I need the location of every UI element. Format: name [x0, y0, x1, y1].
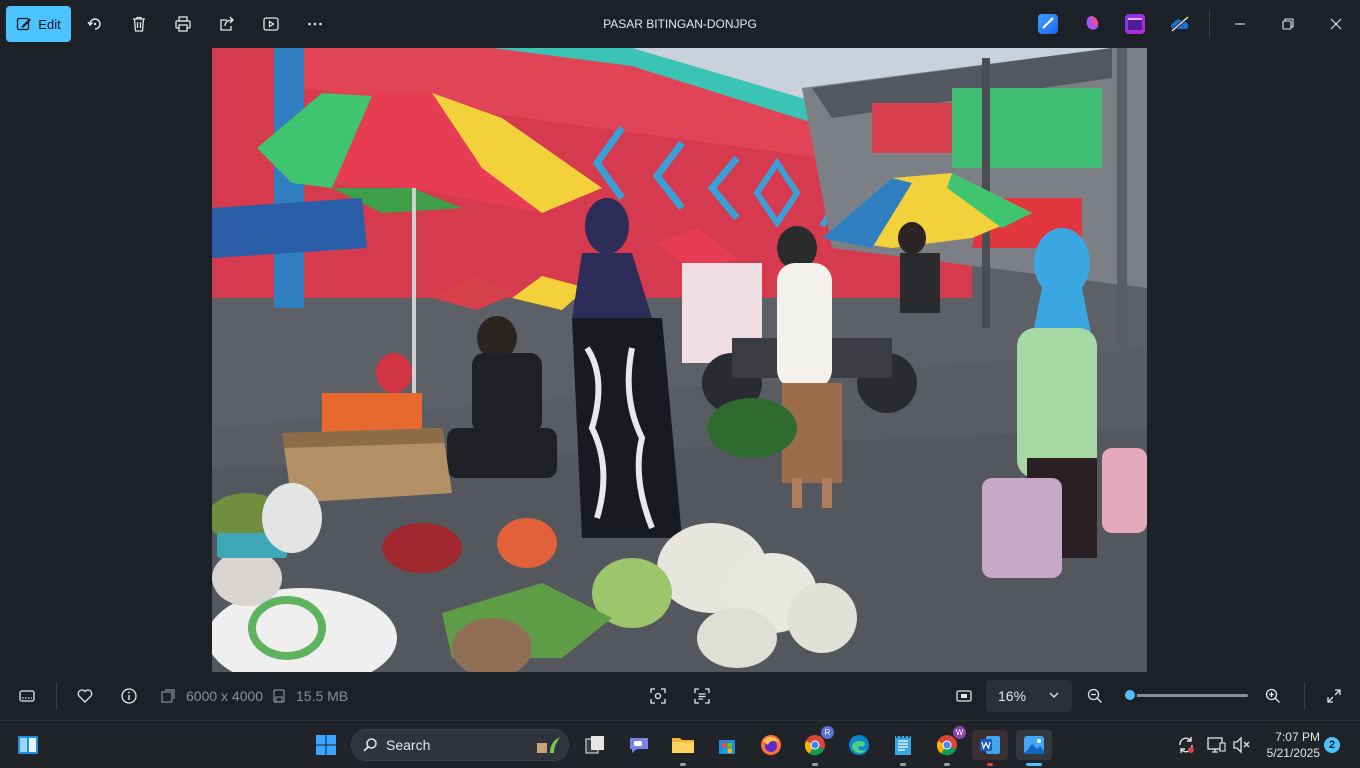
firefox-icon[interactable]	[756, 730, 786, 760]
widgets-icon[interactable]	[13, 730, 43, 760]
search-label: Search	[386, 737, 431, 753]
video-editor-icon[interactable]	[1125, 14, 1145, 34]
task-view-icon[interactable]	[580, 730, 610, 760]
status-divider	[56, 682, 57, 710]
active-indicator	[1026, 763, 1042, 766]
taskbar-search[interactable]: Search	[351, 729, 569, 761]
edit-icon	[17, 17, 32, 31]
favorite-icon[interactable]	[73, 684, 97, 708]
onedrive-icon[interactable]	[1169, 14, 1189, 34]
maximize-button[interactable]	[1265, 0, 1311, 48]
word-icon[interactable]	[972, 730, 1008, 766]
system-clock[interactable]: 7:07 PM 5/21/2025	[1258, 729, 1320, 761]
toolbar-divider	[1209, 10, 1210, 38]
market-photo	[212, 48, 1147, 672]
microsoft-store-icon[interactable]	[712, 730, 742, 760]
volume-muted-icon[interactable]	[1229, 730, 1255, 760]
running-indicator	[812, 763, 818, 766]
edge-icon[interactable]	[844, 730, 874, 760]
fullscreen-icon[interactable]	[1322, 684, 1346, 708]
minimize-button[interactable]	[1217, 0, 1263, 48]
zoom-out-icon[interactable]	[1083, 684, 1107, 708]
designer-icon[interactable]	[1038, 14, 1058, 34]
running-indicator	[987, 763, 993, 766]
chrome-profile-r-icon[interactable]: R	[800, 726, 834, 766]
visual-search-icon[interactable]	[646, 684, 670, 708]
zoom-level-dropdown[interactable]: 16%	[986, 680, 1072, 712]
slideshow-icon[interactable]	[259, 12, 283, 36]
file-size-icon	[269, 684, 289, 708]
chevron-down-icon	[1049, 692, 1059, 698]
file-explorer-icon[interactable]	[668, 730, 698, 766]
edit-button-label: Edit	[38, 16, 61, 32]
search-icon	[363, 738, 377, 752]
notification-badge[interactable]: 2	[1324, 737, 1340, 753]
clock-time: 7:07 PM	[1275, 730, 1320, 744]
chrome-profile-w-icon[interactable]: W	[932, 726, 966, 766]
info-icon[interactable]	[117, 684, 141, 708]
scan-text-icon[interactable]	[690, 684, 714, 708]
dimensions-icon	[158, 684, 178, 708]
search-highlight-icon	[537, 737, 560, 753]
zoom-level-value: 16%	[998, 688, 1027, 704]
zoom-slider-thumb[interactable]	[1123, 688, 1137, 702]
status-divider-right	[1304, 682, 1305, 710]
display-icon[interactable]	[1203, 730, 1229, 760]
photo-canvas[interactable]	[212, 48, 1147, 672]
notepad-icon[interactable]	[888, 730, 918, 766]
share-icon[interactable]	[215, 12, 239, 36]
taskbar: Search R W 7:07 PM 5/21/2025 2	[0, 720, 1360, 768]
print-icon[interactable]	[171, 12, 195, 36]
edit-button[interactable]: Edit	[6, 6, 71, 42]
zoom-in-icon[interactable]	[1261, 684, 1285, 708]
file-size: 15.5 MB	[296, 688, 349, 704]
zoom-slider-track[interactable]	[1130, 694, 1248, 697]
rotate-icon[interactable]	[83, 12, 107, 36]
photos-app-icon[interactable]	[1016, 730, 1052, 766]
running-indicator	[944, 763, 950, 766]
running-indicator	[900, 763, 906, 766]
start-windows-icon[interactable]	[311, 730, 341, 760]
sync-icon[interactable]	[1173, 730, 1199, 760]
restore-icon	[1282, 18, 1294, 30]
clipchamp-icon[interactable]	[1082, 14, 1102, 34]
minimize-icon	[1235, 23, 1245, 25]
image-dimensions: 6000 x 4000	[186, 688, 264, 704]
profile-badge: W	[953, 726, 966, 739]
title-toolbar: Edit PASAR BITINGAN-DONJPG	[0, 0, 1360, 48]
more-icon[interactable]	[303, 12, 327, 36]
close-button[interactable]	[1313, 0, 1359, 48]
profile-badge: R	[821, 726, 834, 739]
filmstrip-icon[interactable]	[15, 684, 39, 708]
running-indicator	[680, 763, 686, 766]
close-icon	[1330, 18, 1342, 30]
delete-icon[interactable]	[127, 12, 151, 36]
clock-date: 5/21/2025	[1266, 746, 1320, 760]
teams-chat-icon[interactable]	[624, 730, 654, 760]
file-title: PASAR BITINGAN-DONJPG	[603, 17, 757, 31]
fit-to-window-icon[interactable]	[952, 684, 976, 708]
